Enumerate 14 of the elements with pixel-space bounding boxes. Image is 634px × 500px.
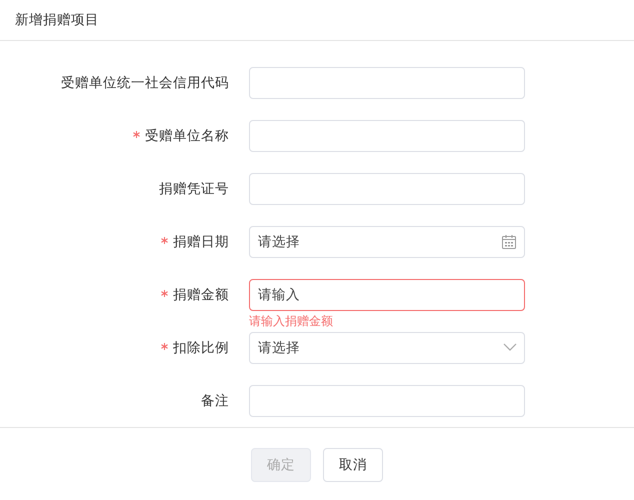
field-label: 扣除比例 xyxy=(173,339,229,357)
field-label: 捐赠凭证号 xyxy=(159,180,229,198)
field-label: 捐赠金额 xyxy=(173,286,229,304)
calendar-icon xyxy=(501,234,517,250)
input-field[interactable]: 请输入 xyxy=(249,279,525,311)
error-message: 请输入捐赠金额 xyxy=(249,313,333,330)
field-label: 备注 xyxy=(201,392,229,410)
field-label: 受赠单位名称 xyxy=(145,127,229,145)
field-label: 受赠单位统一社会信用代码 xyxy=(61,74,229,92)
date-field[interactable]: 请选择 xyxy=(249,226,525,258)
dialog-title: 新增捐赠项目 xyxy=(15,11,99,29)
cancel-button[interactable]: 取消 xyxy=(323,448,383,482)
select-field[interactable]: 请选择 xyxy=(249,332,525,364)
field-label: 捐赠日期 xyxy=(173,233,229,251)
